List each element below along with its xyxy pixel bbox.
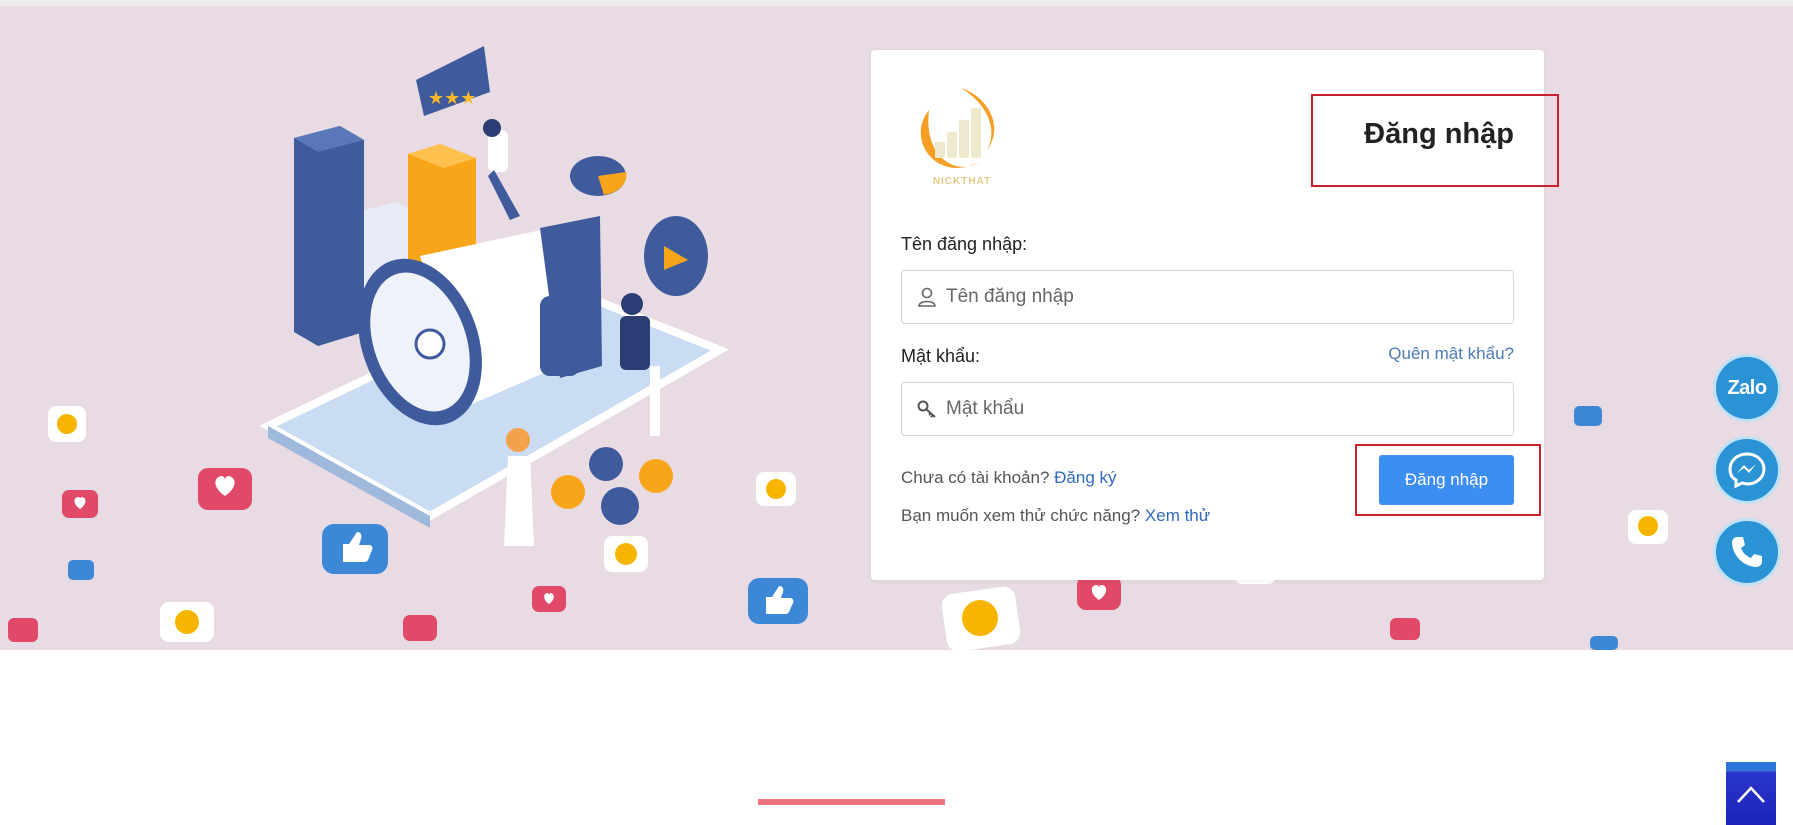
no-account-text: Chưa có tài khoản? xyxy=(901,468,1050,487)
username-label: Tên đăng nhập: xyxy=(901,234,1028,254)
page: ★★★ NICKTHAT Đăng nhập Tên đăng nhập: Tê… xyxy=(0,0,1793,825)
try-demo-link[interactable]: Xem thử xyxy=(1145,506,1210,525)
register-link[interactable]: Đăng ký xyxy=(1054,468,1116,487)
logo-text: NICKTHAT xyxy=(933,176,991,187)
zalo-label: Zalo xyxy=(1727,376,1767,399)
zalo-button[interactable]: Zalo xyxy=(1713,354,1781,422)
try-demo-line: Bạn muốn xem thử chức năng? Xem thử xyxy=(901,506,1210,526)
messenger-icon xyxy=(1728,452,1766,489)
circle-icons xyxy=(551,447,673,525)
username-field[interactable] xyxy=(901,270,1514,324)
password-label: Mật khẩu: xyxy=(901,346,981,366)
phone-icon xyxy=(1732,537,1762,567)
messenger-button[interactable] xyxy=(1713,436,1781,504)
user-icon xyxy=(918,287,936,307)
key-icon xyxy=(917,400,936,418)
hero-section: ★★★ NICKTHAT Đăng nhập Tên đăng nhập: Tê… xyxy=(0,6,1793,650)
login-card: NICKTHAT Đăng nhập Tên đăng nhập: Mật kh… xyxy=(871,50,1559,580)
username-input[interactable] xyxy=(946,271,1506,323)
chevron-up-icon xyxy=(1737,785,1765,803)
login-title: Đăng nhập xyxy=(1364,118,1514,150)
bottom-accent-line xyxy=(758,799,945,805)
login-button[interactable]: Đăng nhập xyxy=(1379,455,1514,505)
scroll-to-top-button[interactable] xyxy=(1726,762,1776,825)
svg-text:★★★: ★★★ xyxy=(428,88,476,109)
register-line: Chưa có tài khoản? Đăng ký xyxy=(901,468,1117,488)
nickthat-logo: NICKTHAT xyxy=(920,88,995,187)
try-demo-text: Bạn muốn xem thử chức năng? xyxy=(901,506,1141,525)
forgot-password-link[interactable]: Quên mật khẩu? xyxy=(1388,344,1514,364)
password-field[interactable] xyxy=(901,382,1514,436)
phone-button[interactable] xyxy=(1713,518,1781,586)
password-input[interactable] xyxy=(946,383,1506,435)
